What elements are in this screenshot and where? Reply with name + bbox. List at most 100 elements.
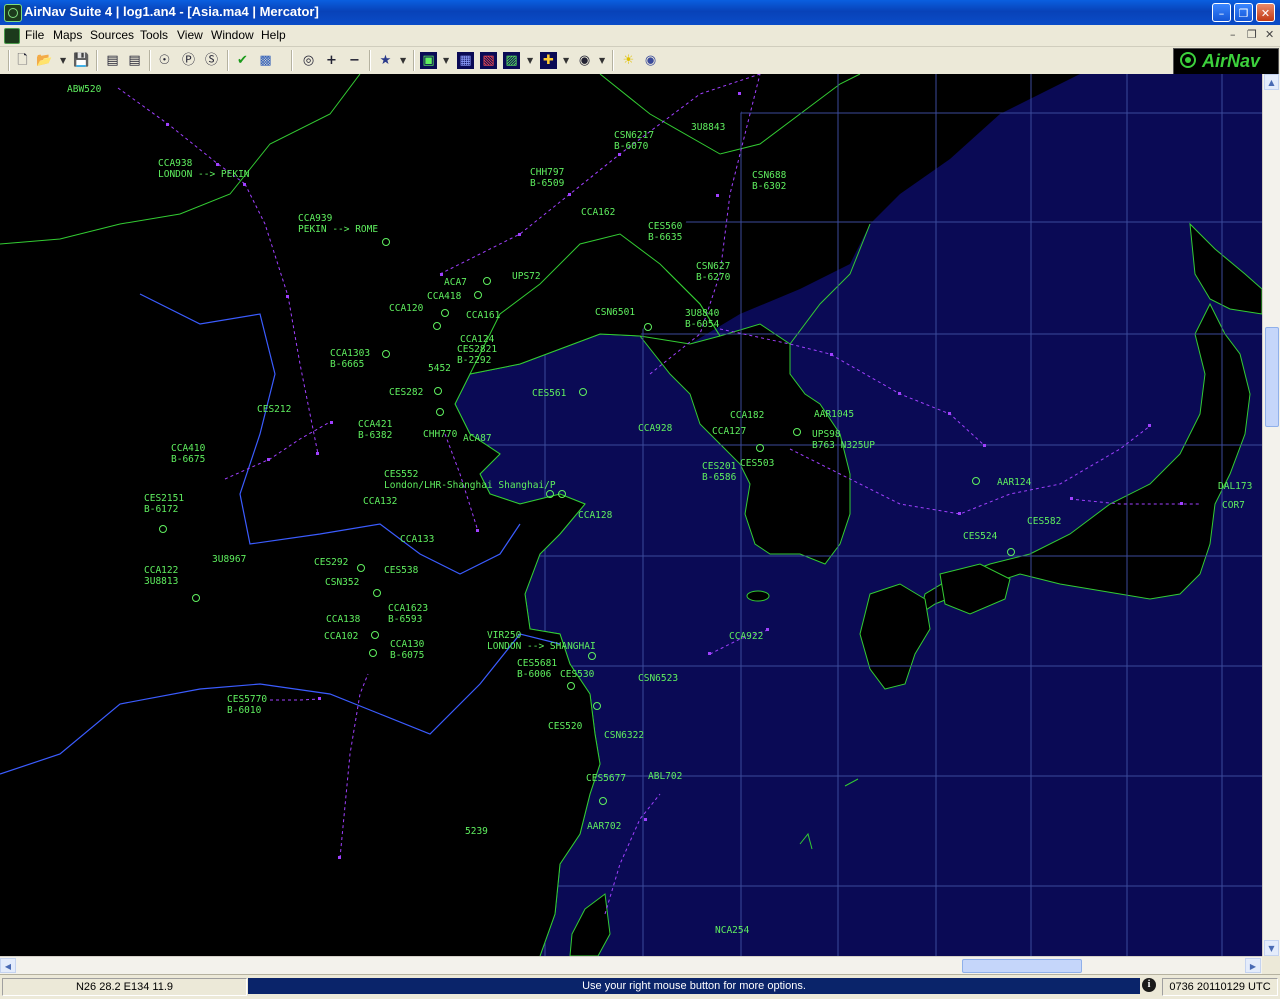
flight-label[interactable]: UPS72 bbox=[512, 271, 541, 282]
flight-label[interactable]: CES561 bbox=[532, 388, 566, 399]
flight-label[interactable]: CCA928 bbox=[638, 423, 672, 434]
flight-label[interactable]: AAR1045 bbox=[814, 409, 854, 420]
scroll-left-icon[interactable]: ◀ bbox=[0, 958, 16, 973]
flight-label[interactable]: CSN627 B-6270 bbox=[696, 261, 730, 283]
check-icon[interactable]: ✔ bbox=[234, 52, 251, 69]
sector-icon[interactable]: Ⓢ bbox=[203, 52, 220, 69]
flight-label[interactable]: 5239 bbox=[465, 826, 488, 837]
filter-icon[interactable]: ▨ bbox=[503, 52, 520, 69]
zoom-in-icon[interactable]: + bbox=[323, 52, 340, 69]
menu-file[interactable]: File bbox=[25, 28, 44, 42]
list-detail-icon[interactable]: ▤ bbox=[126, 52, 143, 69]
flight-label[interactable]: CCA410 B-6675 bbox=[171, 443, 205, 465]
flight-label[interactable]: CES582 bbox=[1027, 516, 1061, 527]
flight-label[interactable]: CCA1623 B-6593 bbox=[388, 603, 428, 625]
flight-label[interactable]: AAR702 bbox=[587, 821, 621, 832]
flight-label[interactable]: CCA1303 B-6665 bbox=[330, 348, 370, 370]
flight-label[interactable]: CCA939 PEKIN --> ROME bbox=[298, 213, 378, 235]
flight-label[interactable]: CHH797 B-6509 bbox=[530, 167, 564, 189]
flight-label[interactable]: CCA938 LONDON --> PEKIN bbox=[158, 158, 250, 180]
map-canvas[interactable] bbox=[0, 74, 1262, 956]
target-icon[interactable]: ◉ bbox=[576, 52, 593, 69]
flight-label[interactable]: CCA133 bbox=[400, 534, 434, 545]
zoom-out-icon[interactable]: − bbox=[346, 52, 363, 69]
mdi-close-button[interactable]: ✕ bbox=[1265, 28, 1274, 41]
flight-label[interactable]: ACA7 bbox=[444, 277, 467, 288]
flight-label[interactable]: CSN6322 bbox=[604, 730, 644, 741]
flight-label[interactable]: CES2151 B-6172 bbox=[144, 493, 184, 515]
flight-label[interactable]: CES552 London/LHR-Shanghai Shanghai/P bbox=[384, 469, 556, 491]
menu-sources[interactable]: Sources bbox=[90, 28, 134, 42]
flight-label[interactable]: AAR124 bbox=[997, 477, 1031, 488]
flight-label[interactable]: CES282 bbox=[389, 387, 423, 398]
db-icon[interactable]: ◉ bbox=[642, 52, 659, 69]
scroll-down-icon[interactable]: ▼ bbox=[1264, 940, 1279, 956]
save-icon[interactable]: 💾 bbox=[73, 52, 90, 69]
flight-label[interactable]: 3U8967 bbox=[212, 554, 246, 565]
flight-label[interactable]: DAL173 bbox=[1218, 481, 1252, 492]
flight-label[interactable]: CCA132 bbox=[363, 496, 397, 507]
flight-label[interactable]: 5452 bbox=[428, 363, 451, 374]
flight-label[interactable]: CCA922 bbox=[729, 631, 763, 642]
map-view[interactable]: ABW520 CCA938 LONDON --> PEKIN CCA939 PE… bbox=[0, 74, 1262, 956]
flight-label[interactable]: CES524 bbox=[963, 531, 997, 542]
flight-label[interactable]: CES201 B-6586 bbox=[702, 461, 736, 483]
maximize-button[interactable]: ❐ bbox=[1234, 3, 1253, 22]
flight-label[interactable]: CSN688 B-6302 bbox=[752, 170, 786, 192]
route-icon[interactable]: ▧ bbox=[480, 52, 497, 69]
grid-icon[interactable]: ▦ bbox=[457, 52, 474, 69]
flight-label[interactable]: VIR250 LONDON --> SHANGHAI bbox=[487, 630, 596, 652]
flight-label[interactable]: ABW520 bbox=[67, 84, 101, 95]
radar-icon[interactable]: ▩ bbox=[257, 52, 274, 69]
scroll-right-icon[interactable]: ▶ bbox=[1245, 958, 1261, 973]
mdi-minimize-button[interactable]: – bbox=[1230, 28, 1236, 41]
flight-label[interactable]: CCA162 bbox=[581, 207, 615, 218]
app-icon[interactable] bbox=[4, 4, 22, 22]
flight-label[interactable]: CES5770 B-6010 bbox=[227, 694, 267, 716]
flight-label[interactable]: CCA161 bbox=[466, 310, 500, 321]
flight-label[interactable]: UPS98 B763 N325UP bbox=[812, 429, 875, 451]
flight-label[interactable]: CSN6523 bbox=[638, 673, 678, 684]
mdi-restore-button[interactable]: ❐ bbox=[1247, 28, 1257, 41]
flight-label[interactable]: CES560 B-6635 bbox=[648, 221, 682, 243]
flight-label[interactable]: CCA102 bbox=[324, 631, 358, 642]
scroll-up-icon[interactable]: ▲ bbox=[1264, 74, 1279, 90]
flight-label[interactable]: ABL702 bbox=[648, 771, 682, 782]
size-grip[interactable] bbox=[1262, 956, 1280, 974]
flight-label[interactable]: 3U8843 bbox=[691, 122, 725, 133]
flight-label[interactable]: CCA128 bbox=[578, 510, 612, 521]
flight-label[interactable]: CCA182 bbox=[730, 410, 764, 421]
flight-label[interactable]: ACA87 bbox=[463, 433, 492, 444]
flight-label[interactable]: CCA120 bbox=[389, 303, 423, 314]
flight-label[interactable]: CCA138 bbox=[326, 614, 360, 625]
globe-icon[interactable]: ☉ bbox=[156, 52, 173, 69]
open-file-icon[interactable]: 📂 bbox=[36, 52, 53, 69]
flight-label[interactable]: 3U8840 B-6054 bbox=[685, 308, 719, 330]
menu-tools[interactable]: Tools bbox=[140, 28, 168, 42]
weather-icon[interactable]: ☀ bbox=[620, 52, 637, 69]
flight-label[interactable]: CES292 bbox=[314, 557, 348, 568]
satellite-icon[interactable]: ★ bbox=[377, 52, 394, 69]
close-button[interactable]: ✕ bbox=[1256, 3, 1275, 22]
menu-view[interactable]: View bbox=[177, 28, 203, 42]
minimize-button[interactable]: – bbox=[1212, 3, 1231, 22]
map-layer-icon[interactable]: ▣ bbox=[420, 52, 437, 69]
flight-label[interactable]: CCA130 B-6075 bbox=[390, 639, 424, 661]
horizontal-scrollbar[interactable]: ◀ ▶ bbox=[0, 956, 1262, 975]
flight-label[interactable]: CES212 bbox=[257, 404, 291, 415]
airport-icon[interactable]: Ⓟ bbox=[180, 52, 197, 69]
map-layer-dropdown-icon[interactable]: ▼ bbox=[443, 52, 449, 69]
flight-label[interactable]: CCA122 3U8813 bbox=[144, 565, 178, 587]
menu-window[interactable]: Window bbox=[211, 28, 254, 42]
document-icon[interactable] bbox=[4, 28, 20, 44]
flight-label[interactable]: CES5681 B-6006 bbox=[517, 658, 557, 680]
new-file-icon[interactable]: 🗋 bbox=[14, 52, 31, 69]
filter-dropdown-icon[interactable]: ▼ bbox=[527, 52, 533, 69]
menu-help[interactable]: Help bbox=[261, 28, 286, 42]
flight-label[interactable]: CCA127 bbox=[712, 426, 746, 437]
flight-label[interactable]: CSN352 bbox=[325, 577, 359, 588]
horizontal-scroll-thumb[interactable] bbox=[962, 959, 1082, 973]
flight-label[interactable]: CSN6217 B-6070 bbox=[614, 130, 654, 152]
vertical-scrollbar[interactable]: ▲ ▼ bbox=[1262, 74, 1280, 956]
range-dropdown-icon[interactable]: ▼ bbox=[563, 52, 569, 69]
